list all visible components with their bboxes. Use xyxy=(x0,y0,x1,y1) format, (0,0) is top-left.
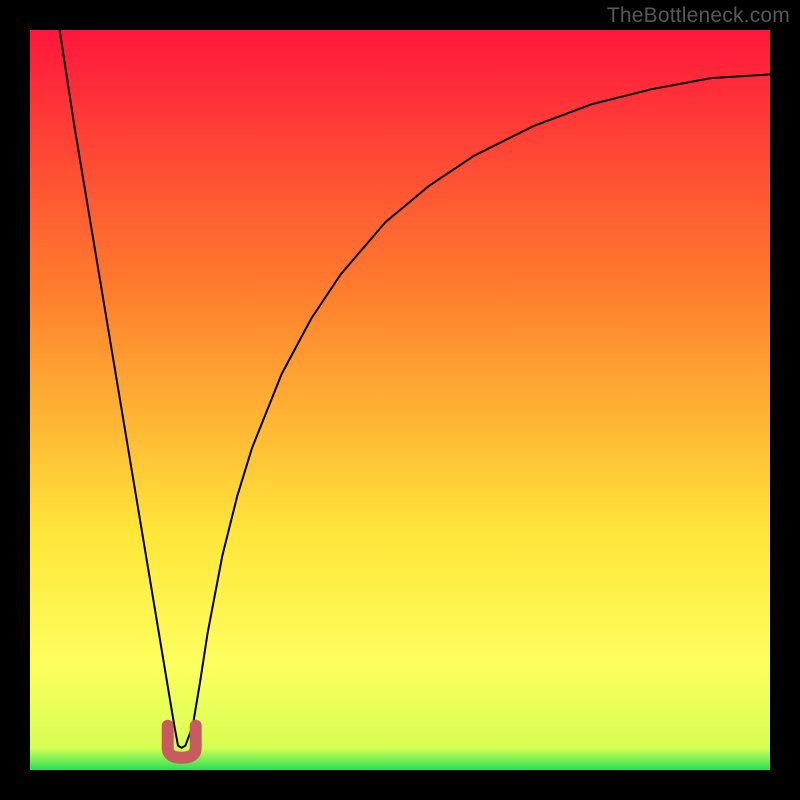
watermark-text: TheBottleneck.com xyxy=(607,4,790,28)
gradient-background xyxy=(30,30,770,770)
outer-frame: TheBottleneck.com xyxy=(0,0,800,800)
chart-svg xyxy=(30,30,770,770)
plot-area xyxy=(30,30,770,770)
